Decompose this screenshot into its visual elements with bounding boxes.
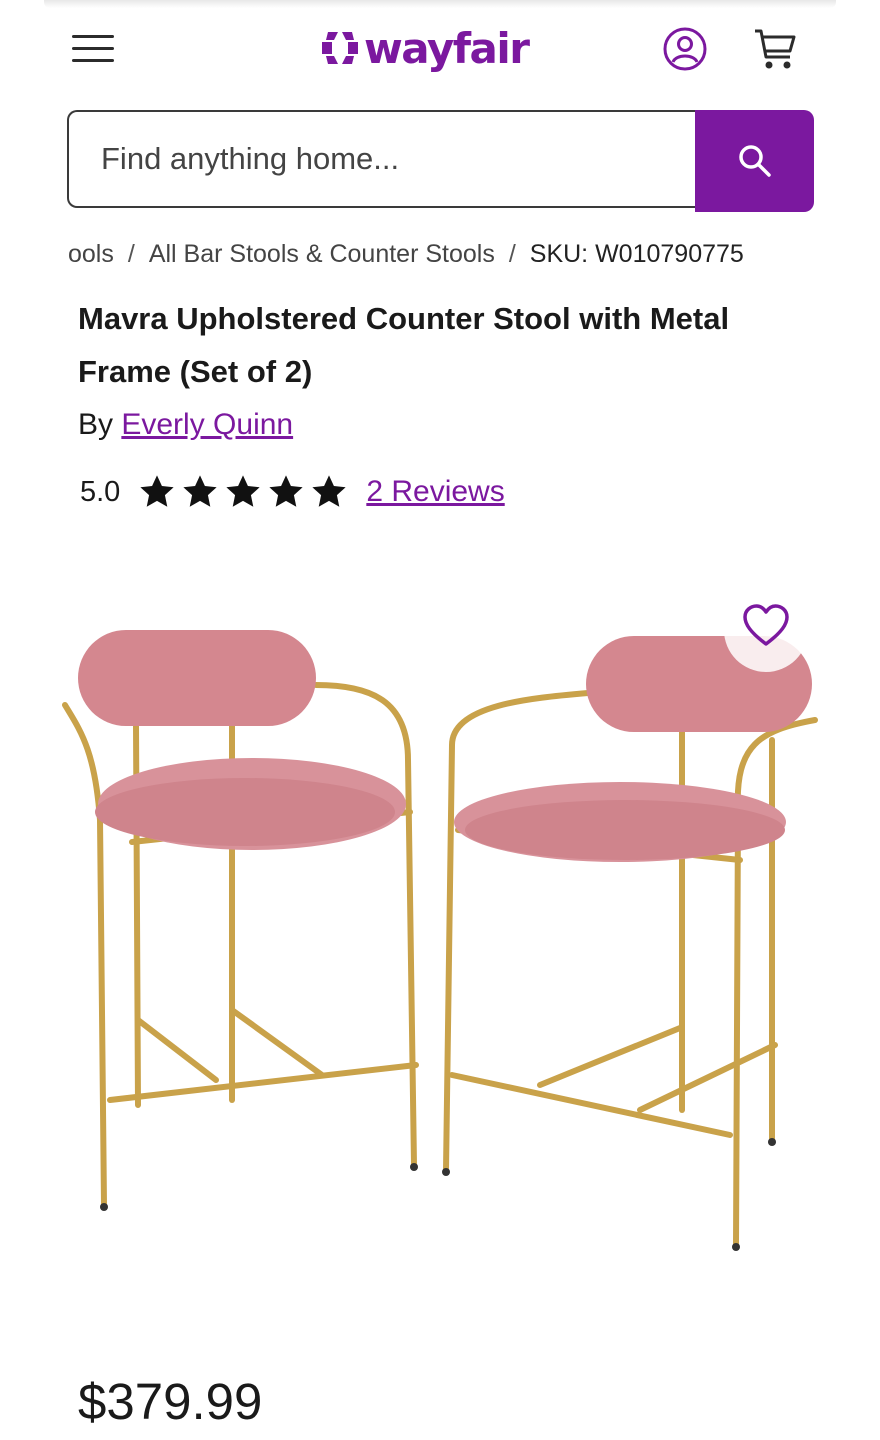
rating-value: 5.0 bbox=[80, 475, 121, 508]
favorite-button[interactable] bbox=[724, 588, 808, 672]
search-bar bbox=[67, 110, 814, 212]
breadcrumb-sku: SKU: W010790775 bbox=[529, 239, 744, 268]
search-input[interactable] bbox=[67, 110, 695, 208]
breadcrumb-item[interactable]: All Bar Stools & Counter Stools bbox=[149, 240, 495, 269]
star-rating bbox=[138, 473, 348, 511]
star-icon bbox=[226, 475, 260, 507]
star-icon bbox=[140, 475, 174, 507]
brand-link[interactable]: Everly Quinn bbox=[121, 408, 293, 441]
search-icon bbox=[738, 145, 771, 177]
top-shadow bbox=[44, 0, 836, 8]
breadcrumb-separator: / bbox=[127, 239, 135, 268]
cart-icon[interactable] bbox=[752, 26, 798, 72]
product-image[interactable] bbox=[40, 580, 840, 1280]
wayfair-logo[interactable]: wayfair bbox=[320, 20, 530, 76]
menu-icon[interactable] bbox=[70, 30, 118, 66]
heart-icon bbox=[743, 604, 789, 646]
breadcrumb-separator: / bbox=[508, 239, 516, 268]
product-byline: By Everly Quinn bbox=[78, 408, 293, 442]
rating: 5.0 2 Reviews bbox=[80, 470, 505, 514]
product-price: $379.99 bbox=[78, 1373, 263, 1430]
account-icon[interactable] bbox=[662, 26, 708, 72]
wayfair-logo-text: wayfair bbox=[364, 23, 530, 73]
breadcrumb-item[interactable]: ools bbox=[68, 240, 114, 269]
by-label: By bbox=[78, 408, 114, 441]
reviews-link[interactable]: 2 Reviews bbox=[366, 475, 504, 509]
wayfair-logo-mark-icon bbox=[322, 32, 358, 64]
star-icon bbox=[269, 475, 303, 507]
search-button[interactable] bbox=[695, 110, 814, 212]
header: wayfair bbox=[0, 14, 880, 84]
breadcrumb: ools / All Bar Stools & Counter Stools /… bbox=[68, 236, 838, 272]
product-title: Mavra Upholstered Counter Stool with Met… bbox=[78, 301, 730, 389]
star-icon bbox=[183, 475, 217, 507]
star-icon bbox=[312, 475, 346, 507]
